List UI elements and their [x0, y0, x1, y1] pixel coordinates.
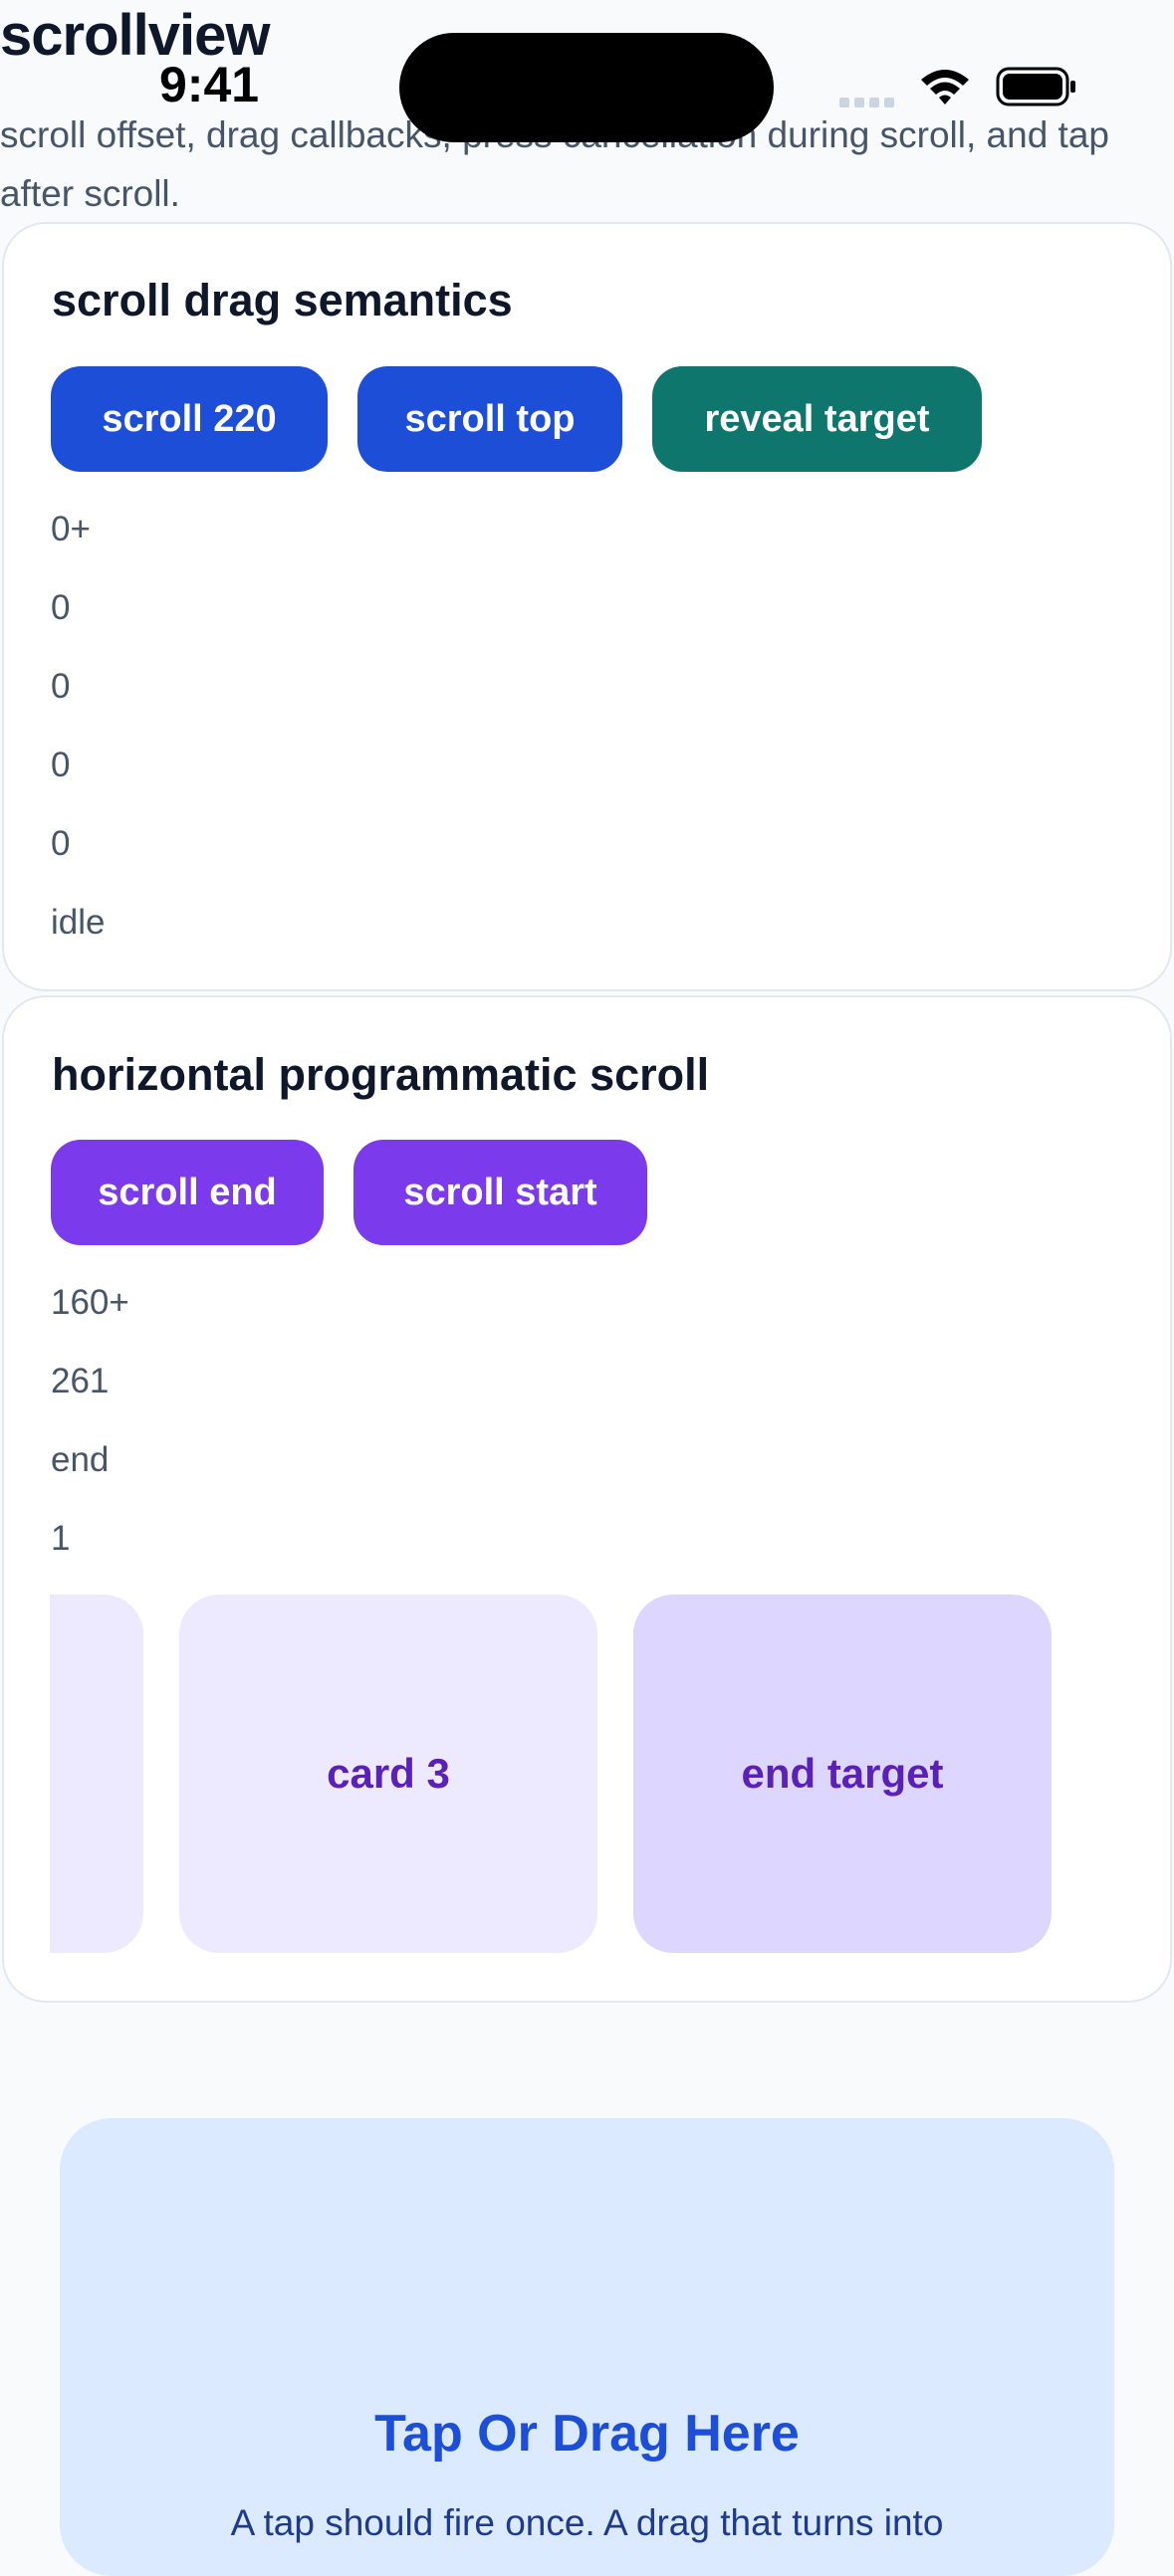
scroll-card-3: card 3 — [179, 1595, 597, 1953]
scroll-card — [50, 1595, 143, 1953]
scroll-state: idle — [51, 903, 106, 942]
horizontal-scroller[interactable]: card 3 end target — [50, 1595, 1125, 1953]
scroll-offset-value: 0+ — [51, 510, 91, 548]
horizontal-scroll-title: horizontal programmatic scroll — [52, 1049, 710, 1100]
tap-count: 0 — [51, 824, 71, 863]
wifi-icon — [918, 66, 972, 106]
horizontal-offset-value: 160+ — [51, 1283, 129, 1322]
tap-zone-title: Tap Or Drag Here — [374, 2405, 800, 2463]
reveal-target-button[interactable]: reveal target — [652, 366, 982, 472]
scroll-end-button[interactable]: scroll end — [51, 1140, 324, 1245]
horizontal-position-state: end — [51, 1440, 110, 1479]
horizontal-scroll-count: 1 — [51, 1519, 71, 1558]
drag-end-count: 0 — [51, 667, 71, 706]
press-cancel-count: 0 — [51, 746, 71, 784]
status-time: 9:41 — [159, 57, 260, 112]
horizontal-content-value: 261 — [51, 1362, 110, 1400]
scroll-card-end-target: end target — [633, 1595, 1052, 1953]
battery-icon — [996, 66, 1077, 107]
scroll-drag-title: scroll drag semantics — [52, 275, 513, 325]
dynamic-island — [399, 33, 774, 142]
drag-start-count: 0 — [51, 588, 71, 627]
scroll-220-button[interactable]: scroll 220 — [51, 366, 328, 472]
scroll-drag-card — [2, 222, 1172, 991]
tap-zone-subtitle: A tap should fire once. A drag that turn… — [230, 2502, 944, 2543]
scroll-start-button[interactable]: scroll start — [353, 1140, 647, 1245]
cellular-signal-icon — [839, 95, 899, 107]
scroll-top-button[interactable]: scroll top — [357, 366, 622, 472]
